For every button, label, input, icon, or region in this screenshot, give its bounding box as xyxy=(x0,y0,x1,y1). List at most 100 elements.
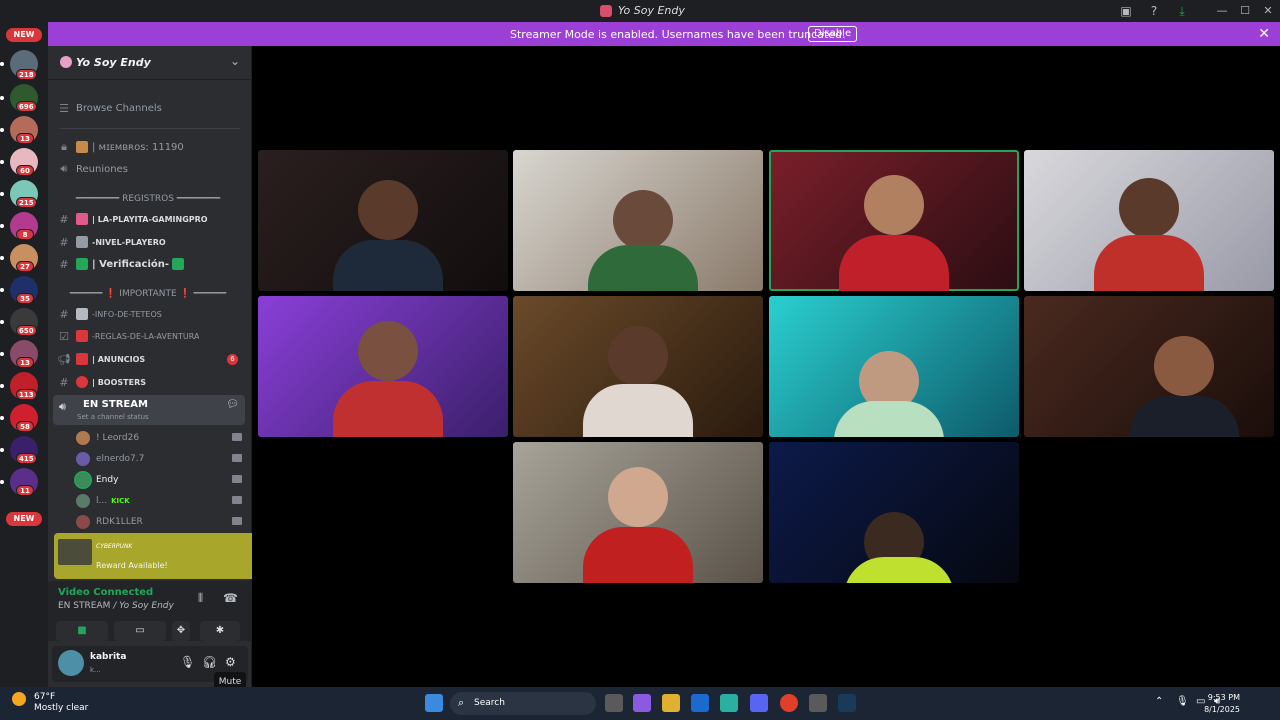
steam-icon[interactable] xyxy=(838,694,856,712)
mention-badge: 650 xyxy=(16,325,37,336)
video-tile-speaking[interactable] xyxy=(769,150,1019,291)
video-tile[interactable] xyxy=(769,296,1019,437)
camera-button[interactable]: ■ xyxy=(56,621,108,641)
video-tile[interactable] xyxy=(1024,150,1274,291)
taskbar: 67°F Mostly clear ⌕ Search ⌃ 🎙︎ ▭ 🔊︎ 9:5… xyxy=(0,687,1280,720)
tray-chevron-icon[interactable]: ⌃ xyxy=(1155,696,1163,707)
participant-body xyxy=(834,401,944,437)
chat-bubble-icon[interactable]: 💬︎ xyxy=(226,399,239,410)
participant-body xyxy=(839,235,949,291)
video-tile[interactable] xyxy=(258,150,508,291)
channel-la-playita[interactable]: # | LA-PLAYITA-GAMINGPRO xyxy=(56,209,244,229)
unread-pip xyxy=(0,192,4,196)
voice-connection-panel: Video Connected EN STREAM / Yo Soy Endy … xyxy=(48,581,252,641)
search-box[interactable]: ⌕ Search xyxy=(450,692,596,715)
unread-pip xyxy=(0,352,4,356)
new-unreads-pill[interactable]: NEW xyxy=(6,512,42,526)
channel-verificacion[interactable]: # | Verificación- xyxy=(56,254,244,274)
microphone-icon[interactable]: 🎙︎ xyxy=(180,655,195,669)
unread-pip xyxy=(0,288,4,292)
settings-gear-icon[interactable]: ⚙ xyxy=(225,655,236,669)
close-icon[interactable]: ✕ xyxy=(1258,26,1270,42)
video-tile[interactable] xyxy=(513,150,763,291)
connection-channel[interactable]: EN STREAM / Yo Soy Endy xyxy=(58,601,174,611)
avatar xyxy=(74,471,92,489)
channel-nivel-playero[interactable]: # -NIVEL-PLAYERO xyxy=(56,232,244,252)
participant-head xyxy=(1119,178,1179,238)
edge-icon[interactable] xyxy=(720,694,738,712)
connection-status[interactable]: Video Connected xyxy=(58,587,153,598)
voice-user[interactable]: RDK1LLER xyxy=(76,512,242,532)
file-explorer-icon[interactable] xyxy=(662,694,680,712)
bus-emoji-icon xyxy=(76,236,88,248)
participant-body xyxy=(844,557,954,583)
copilot-icon[interactable] xyxy=(633,694,651,712)
avatar xyxy=(76,431,90,445)
prohibited-emoji-icon xyxy=(76,330,88,342)
screen-share-button[interactable]: ▭ xyxy=(114,621,166,641)
participant-head xyxy=(864,175,924,235)
system-clock[interactable]: 9:53 PM 8/1/2025 xyxy=(1204,692,1240,716)
username[interactable]: kabrita xyxy=(90,652,126,662)
disable-streamer-mode-button[interactable]: Disable xyxy=(808,26,858,42)
video-tile[interactable] xyxy=(513,442,763,583)
voice-user[interactable]: elnerdo7.7 xyxy=(76,449,242,469)
maximize-button[interactable]: ☐ xyxy=(1233,2,1257,20)
disconnect-icon[interactable]: ☎ xyxy=(223,591,238,605)
title-bar: Yo Soy Endy ▣ ? ⤓ — ☐ ✕ xyxy=(0,0,1280,22)
hashtag-icon: # xyxy=(59,212,69,226)
server-header[interactable]: Yo Soy Endy ⌄ xyxy=(48,46,252,80)
voice-user[interactable]: Endy xyxy=(74,470,242,490)
hashtag-icon: # xyxy=(59,375,69,389)
mention-badge: 8 xyxy=(16,229,34,240)
download-icon[interactable]: ⤓ xyxy=(1174,3,1190,19)
hashtag-icon: # xyxy=(59,307,69,321)
video-tile[interactable] xyxy=(1024,296,1274,437)
tv-emoji-icon xyxy=(76,213,88,225)
channel-members[interactable]: 🔒︎ | ᴍɪᴇᴍʙʀᴏs: 11190 xyxy=(56,137,244,157)
inbox-icon[interactable]: ▣ xyxy=(1118,3,1134,19)
microphone-icon[interactable]: 🎙︎ xyxy=(1176,696,1189,707)
noise-suppression-icon[interactable]: ⫴ xyxy=(198,591,203,606)
video-tile[interactable] xyxy=(769,442,1019,583)
check-emoji-icon xyxy=(76,258,88,270)
close-window-button[interactable]: ✕ xyxy=(1256,2,1280,20)
activity-button[interactable]: ✥ xyxy=(172,621,190,641)
check-emoji-icon xyxy=(172,258,185,270)
category-importante[interactable]: ━━━━━━ ❗ IMPORTANTE ❗ ━━━━━━ xyxy=(58,289,238,303)
voice-user[interactable]: l... KICK xyxy=(76,491,242,511)
channel-status-hint[interactable]: Set a channel status xyxy=(77,413,149,421)
video-tile[interactable] xyxy=(513,296,763,437)
voice-channel-en-stream[interactable]: 🔊︎ EN STREAM Set a channel status 💬︎ xyxy=(53,395,245,425)
help-icon[interactable]: ? xyxy=(1146,3,1162,19)
mention-badge: 13 xyxy=(16,133,34,144)
category-registros[interactable]: ━━━━━━━━ REGISTROS ━━━━━━━━ xyxy=(58,194,238,208)
speaker-icon: 🔊︎ xyxy=(60,162,68,175)
channel-reglas[interactable]: ☑ -REGLAS-DE-LA-AVENTURA xyxy=(56,326,244,346)
channel-meetings[interactable]: 🔊︎ Reuniones xyxy=(56,159,244,179)
chrome-icon[interactable] xyxy=(780,694,798,712)
app-icon[interactable] xyxy=(809,694,827,712)
channel-anuncios[interactable]: 📢︎ | ANUNCIOS 6 xyxy=(56,349,244,369)
megaphone-emoji-icon xyxy=(76,353,88,365)
soundboard-button[interactable]: ✱ xyxy=(200,621,240,641)
new-unreads-pill[interactable]: NEW xyxy=(6,28,42,42)
voice-channel-label: EN STREAM xyxy=(83,399,148,410)
start-icon[interactable] xyxy=(425,694,443,712)
weather-widget[interactable] xyxy=(12,692,32,706)
browse-channels[interactable]: ☰ Browse Channels xyxy=(56,98,244,118)
avatar[interactable] xyxy=(58,650,84,676)
server-emblem-icon xyxy=(60,56,72,68)
channel-boosters[interactable]: # | BOOSTERS xyxy=(56,372,244,392)
voice-user[interactable]: ! Leord26 xyxy=(76,428,242,448)
video-tile[interactable] xyxy=(258,296,508,437)
headphones-icon[interactable]: 🎧︎ xyxy=(202,655,217,669)
weather-text[interactable]: 67°F Mostly clear xyxy=(34,692,88,714)
discord-icon[interactable] xyxy=(750,694,768,712)
minimize-button[interactable]: — xyxy=(1210,2,1234,20)
lock-icon: 🔒︎ xyxy=(61,140,67,153)
task-view-icon[interactable] xyxy=(605,694,623,712)
unread-pip xyxy=(0,224,4,228)
channel-info-de-teteos[interactable]: # -INFO-DE-TETEOS xyxy=(56,304,244,324)
outlook-icon[interactable] xyxy=(691,694,709,712)
